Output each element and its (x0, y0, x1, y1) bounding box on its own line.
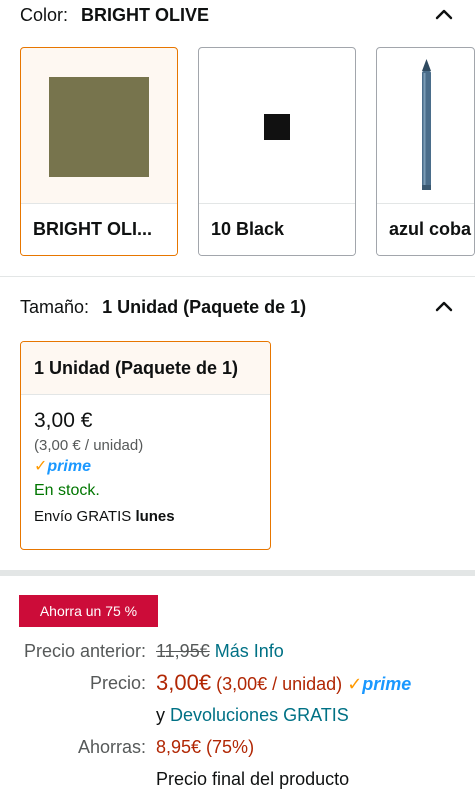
price-row: Precio: 3,00€ (3,00€ / unidad) ✓prime (0, 667, 475, 699)
eyeliner-pencil-icon (421, 58, 431, 190)
swatch-label: 10 Black (199, 203, 355, 255)
size-option-price: 3,00 € (34, 409, 93, 432)
current-price: 3,00€ (156, 670, 212, 695)
swatch-label: BRIGHT OLI... (21, 203, 177, 255)
savings-value: 8,95€ (75%) (156, 736, 255, 757)
size-option-title: 1 Unidad (Paquete de 1) (21, 342, 270, 395)
size-label: Tamaño: (20, 296, 90, 317)
prime-label: prime (362, 674, 412, 694)
swatch-label: azul coba (377, 203, 474, 255)
price-table: Precio anterior: 11,95€ Más Info Precio:… (0, 635, 475, 795)
color-selected-value: BRIGHT OLIVE (81, 4, 210, 25)
chevron-up-icon[interactable] (433, 296, 455, 318)
color-swatch-10-black[interactable]: 10 Black (198, 47, 356, 256)
prime-badge: ✓prime (34, 456, 257, 476)
shipping-prefix: Envío GRATIS (34, 508, 132, 525)
color-label: Color: (20, 4, 69, 25)
returns-group: y Devoluciones GRATIS (156, 705, 475, 726)
olive-color-chip (49, 76, 149, 177)
swatch-image (21, 48, 177, 205)
prime-check-icon: ✓ (347, 674, 363, 694)
color-header[interactable]: Color: BRIGHT OLIVE (20, 0, 455, 30)
final-price-note: Precio final del producto (156, 768, 350, 789)
prime-label: prime (47, 458, 91, 475)
swatch-image (199, 48, 355, 205)
savings-row: Ahorras: 8,95€ (75%) (0, 731, 475, 763)
color-swatch-bright-olive[interactable]: BRIGHT OLI... (20, 47, 178, 256)
savings-label: Ahorras: (77, 736, 146, 757)
size-option-card[interactable]: 1 Unidad (Paquete de 1) 3,00 € (3,00 € /… (20, 341, 271, 550)
size-selected-value: 1 Unidad (Paquete de 1) (102, 296, 307, 317)
section-divider-thick (0, 570, 475, 576)
price-label: Precio: (89, 672, 146, 693)
current-unit-price: (3,00€ / unidad) (216, 674, 343, 694)
final-price-note-row: Precio final del producto (0, 763, 475, 795)
shipping-day: lunes (135, 508, 175, 525)
stock-status: En stock. (34, 482, 100, 499)
price-value-group: 3,00€ (3,00€ / unidad) ✓prime (156, 670, 475, 696)
returns-prefix: y (156, 704, 165, 725)
color-swatch-azul-cobalto[interactable]: azul coba (376, 47, 475, 256)
color-swatch-list: BRIGHT OLI... 10 Black azul coba (20, 47, 475, 258)
prime-badge: ✓prime (347, 674, 411, 694)
section-divider (0, 276, 475, 277)
more-info-link[interactable]: Más Info (215, 641, 284, 661)
chevron-up-icon[interactable] (433, 4, 455, 26)
size-option-body: 3,00 € (3,00 € / unidad) ✓prime En stock… (21, 395, 270, 539)
returns-row: y Devoluciones GRATIS (0, 699, 475, 731)
size-label-group: Tamaño: 1 Unidad (Paquete de 1) (20, 297, 306, 318)
shipping-info: Envío GRATIS lunes (34, 508, 257, 525)
previous-price-label: Precio anterior: (23, 640, 146, 661)
previous-price-row: Precio anterior: 11,95€ Más Info (0, 635, 475, 667)
size-option-unit-price: (3,00 € / unidad) (34, 437, 144, 454)
black-color-chip (264, 113, 290, 140)
size-header[interactable]: Tamaño: 1 Unidad (Paquete de 1) (20, 292, 455, 322)
previous-price: 11,95€ (156, 640, 210, 661)
prime-check-icon: ✓ (34, 458, 48, 475)
deal-badge: Ahorra un 75 % (19, 595, 158, 627)
previous-price-value-group: 11,95€ Más Info (156, 641, 475, 662)
color-label-group: Color: BRIGHT OLIVE (20, 5, 209, 26)
free-returns-link[interactable]: Devoluciones GRATIS (170, 705, 349, 725)
swatch-image (377, 48, 474, 205)
